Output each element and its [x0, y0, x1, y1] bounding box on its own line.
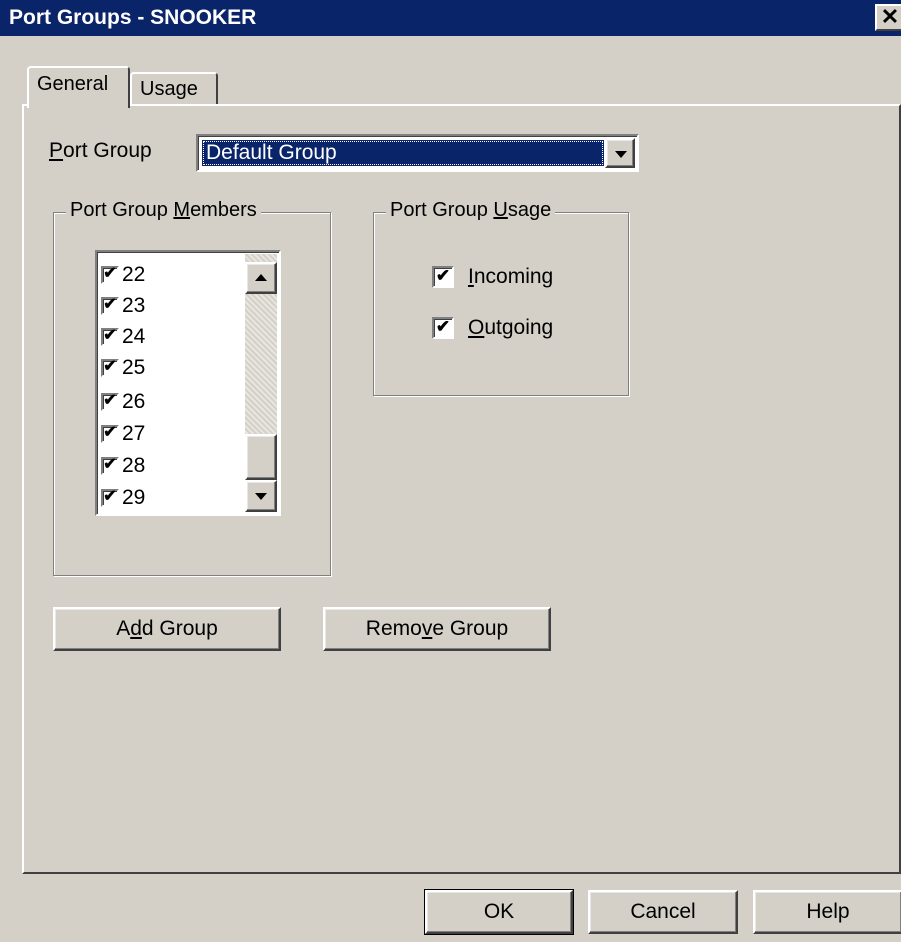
add-group-button[interactable]: Add Group [53, 607, 281, 651]
tab-usage[interactable]: Usage [130, 72, 218, 106]
dropdown-button[interactable] [605, 138, 635, 168]
incoming-label: Incoming [468, 265, 554, 288]
checkbox-29[interactable]: ✔ [101, 489, 119, 507]
title-bar: Port Groups - SNOOKER ✕ [0, 0, 901, 36]
outgoing-checkbox-row[interactable]: ✔ Outgoing [432, 316, 553, 340]
chevron-down-icon [255, 493, 267, 500]
tab-general-label: General [37, 73, 109, 95]
checkbox-28[interactable]: ✔ [101, 457, 119, 475]
incoming-checkbox-row[interactable]: ✔ Incoming [432, 265, 553, 289]
port-group-dropdown[interactable]: Default Group [196, 134, 639, 172]
checkbox-25[interactable]: ✔ [101, 359, 119, 377]
list-scrollbar[interactable] [245, 254, 277, 512]
close-icon: ✕ [880, 4, 900, 29]
incoming-checkbox[interactable]: ✔ [432, 266, 454, 288]
cancel-button[interactable]: Cancel [588, 890, 738, 934]
checkbox-26[interactable]: ✔ [101, 393, 119, 411]
help-button[interactable]: Help [753, 890, 901, 934]
port-group-label: Port Group [49, 139, 152, 162]
checkbox-24[interactable]: ✔ [101, 328, 119, 346]
outgoing-checkbox[interactable]: ✔ [432, 317, 454, 339]
port-group-members-title: Port Group Members [66, 199, 261, 222]
tab-general[interactable]: General [27, 66, 130, 108]
window-title: Port Groups - SNOOKER [9, 6, 257, 29]
port-group-usage-groupbox: Port Group Usage [373, 199, 629, 396]
checkbox-22[interactable]: ✔ [101, 266, 119, 284]
scroll-down-button[interactable] [245, 480, 277, 512]
list-item[interactable]: ✔ 28 [101, 451, 145, 481]
chevron-down-icon [615, 151, 627, 158]
list-item[interactable]: ✔ 29 [101, 483, 145, 513]
ok-button[interactable]: OK [424, 889, 574, 935]
close-button[interactable]: ✕ [875, 4, 901, 31]
remove-group-button[interactable]: Remo v e Group [323, 607, 551, 651]
tab-usage-label: Usage [140, 78, 198, 100]
outgoing-label: Outgoing [468, 316, 554, 339]
port-group-usage-title: Port Group Usage [386, 199, 556, 222]
scroll-thumb[interactable] [245, 434, 277, 480]
checkbox-27[interactable]: ✔ [101, 425, 119, 443]
list-item[interactable]: ✔ 27 [101, 419, 145, 449]
scroll-up-button[interactable] [245, 262, 277, 294]
port-members-list[interactable]: ✔ 22 ✔ 23 ✔ 24 ✔ 25 ✔ 26 ✔ 27 ✔ 28 ✔ 29 [95, 250, 281, 516]
list-item[interactable]: ✔ 25 [101, 353, 145, 383]
port-group-selected-value: Default Group [202, 140, 604, 166]
list-item[interactable]: ✔ 23 [101, 291, 145, 321]
checkbox-23[interactable]: ✔ [101, 297, 119, 315]
list-item[interactable]: ✔ 24 [101, 322, 145, 352]
chevron-up-icon [255, 274, 267, 281]
list-item[interactable]: ✔ 26 [101, 387, 145, 417]
list-item[interactable]: ✔ 22 [101, 260, 145, 290]
